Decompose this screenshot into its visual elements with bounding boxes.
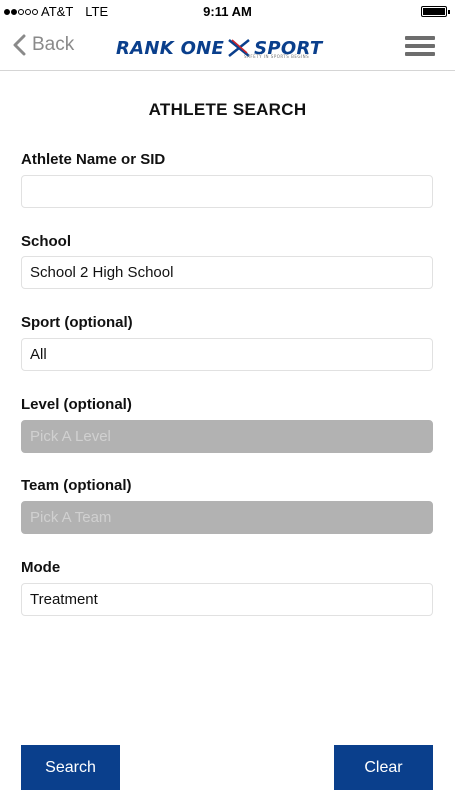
team-label: Team (optional) xyxy=(21,477,132,494)
team-select[interactable]: Pick A Team xyxy=(21,501,433,534)
back-button[interactable]: Back xyxy=(12,34,74,56)
level-placeholder: Pick A Level xyxy=(30,428,111,445)
mode-label: Mode xyxy=(21,559,61,576)
status-bar: AT&T LTE 9:11 AM xyxy=(0,0,455,24)
nav-bar: Back RANK ONE SPORT SAFETY IN SPORTS BEG… xyxy=(0,24,455,71)
sport-value: All xyxy=(30,346,47,363)
sport-select[interactable]: All xyxy=(21,338,433,371)
logo-text-left: RANK ONE xyxy=(116,37,225,59)
athlete-name-label: Athlete Name or SID xyxy=(21,151,166,168)
chevron-left-icon xyxy=(13,34,26,56)
team-placeholder: Pick A Team xyxy=(30,509,112,526)
battery-icon xyxy=(421,6,450,17)
school-select[interactable]: School 2 High School xyxy=(21,256,433,289)
level-select[interactable]: Pick A Level xyxy=(21,420,433,453)
athlete-name-input[interactable] xyxy=(21,175,433,208)
logo-tagline: SAFETY IN SPORTS BEGINS xyxy=(244,54,310,59)
mode-value: Treatment xyxy=(30,591,98,608)
level-label: Level (optional) xyxy=(21,396,132,413)
school-value: School 2 High School xyxy=(30,264,174,281)
sport-label: Sport (optional) xyxy=(21,314,133,331)
back-label: Back xyxy=(32,34,75,55)
hamburger-menu-icon[interactable] xyxy=(405,36,435,58)
rank-one-sport-logo: RANK ONE SPORT SAFETY IN SPORTS BEGINS xyxy=(116,34,340,62)
school-label: School xyxy=(21,233,72,250)
mode-select[interactable]: Treatment xyxy=(21,583,433,616)
page-title: ATHLETE SEARCH xyxy=(148,100,307,119)
status-time: 9:11 AM xyxy=(203,4,252,19)
search-button[interactable]: Search xyxy=(21,745,120,790)
clear-button[interactable]: Clear xyxy=(334,745,433,790)
